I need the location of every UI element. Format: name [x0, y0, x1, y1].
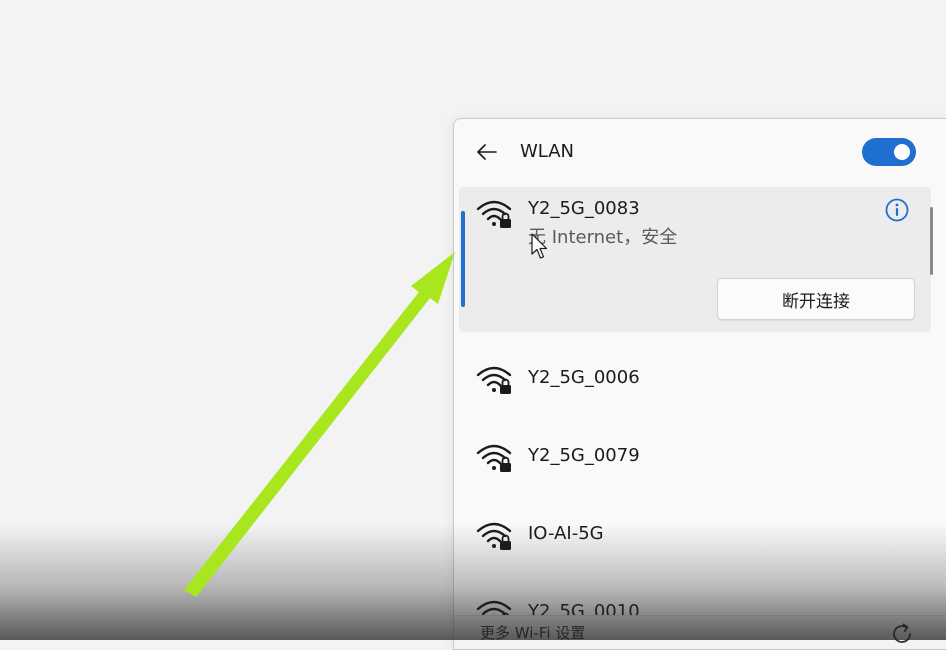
network-name: IO-AI-5G: [528, 523, 604, 544]
refresh-icon[interactable]: [888, 620, 916, 648]
toggle-knob: [894, 144, 910, 160]
info-icon[interactable]: [884, 197, 910, 223]
wifi-locked-icon: [476, 366, 512, 394]
wifi-locked-icon: [476, 522, 512, 550]
network-name: Y2_5G_0079: [528, 445, 640, 466]
panel-footer: 更多 Wi-Fi 设置: [454, 615, 946, 649]
network-item-io-ai-5g[interactable]: IO-AI-5G: [459, 499, 931, 571]
wlan-header: WLAN: [454, 119, 946, 185]
network-item-y2-5g-0083[interactable]: Y2_5G_0083 无 Internet，安全 断开连接: [459, 187, 931, 332]
network-item-y2-5g-0006[interactable]: Y2_5G_0006: [459, 343, 931, 415]
scrollbar[interactable]: [930, 207, 933, 275]
network-name: Y2_5G_0006: [528, 367, 640, 388]
wifi-locked-icon: [476, 200, 512, 228]
wlan-panel: WLAN Y2_5G_0083 无 Internet，安全 断开连接 Y2_5G…: [453, 118, 946, 650]
page-title: WLAN: [520, 141, 575, 162]
network-item-y2-5g-0079[interactable]: Y2_5G_0079: [459, 421, 931, 493]
back-button[interactable]: [474, 139, 500, 165]
network-status: 无 Internet，安全: [528, 227, 678, 248]
network-name: Y2_5G_0083: [528, 198, 640, 219]
wlan-toggle[interactable]: [862, 138, 916, 166]
selection-indicator: [461, 211, 465, 307]
disconnect-button[interactable]: 断开连接: [717, 278, 915, 320]
wifi-locked-icon: [476, 444, 512, 472]
arrow-left-icon: [477, 144, 497, 160]
